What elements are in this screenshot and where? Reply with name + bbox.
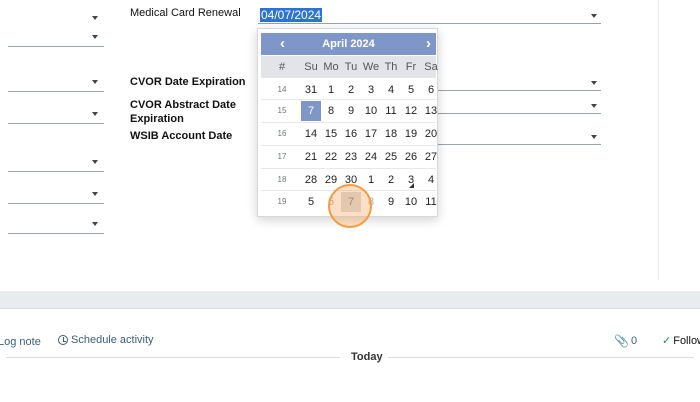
weekday-label: Su: [304, 61, 318, 73]
today-separator-right: [388, 357, 694, 358]
weekday-label: Tu: [344, 61, 358, 73]
calendar-day[interactable]: 14: [301, 124, 321, 144]
left-select-4[interactable]: [8, 102, 104, 124]
medical-date-value[interactable]: 04/07/2024: [260, 8, 323, 22]
calendar-day[interactable]: 11: [381, 101, 401, 121]
calendar-day[interactable]: 1: [361, 170, 381, 190]
calendar-day[interactable]: 22: [321, 147, 341, 167]
left-select-1[interactable]: [8, 2, 104, 24]
medical-date-input[interactable]: 04/07/2024: [258, 4, 601, 24]
calendar-day[interactable]: 5: [401, 80, 421, 100]
week-number: 18: [277, 175, 287, 184]
month-title[interactable]: April 2024: [261, 38, 436, 50]
week-number: 14: [277, 85, 287, 94]
calendar-day[interactable]: 7: [301, 101, 321, 121]
chevron-down-icon: [92, 222, 98, 226]
log-note-label: Log note: [0, 336, 41, 348]
weekday-label: Fr: [405, 61, 417, 73]
calendar-day[interactable]: 9: [381, 192, 401, 212]
calendar-day[interactable]: 25: [381, 147, 401, 167]
weekday-label: Sa: [424, 61, 438, 73]
datepicker-header: ‹ April 2024 ›: [261, 33, 436, 55]
chevron-down-icon: [92, 80, 98, 84]
calendar-day[interactable]: 3: [361, 80, 381, 100]
calendar-day[interactable]: 24: [361, 147, 381, 167]
calendar-day[interactable]: 16: [341, 124, 361, 144]
calendar-day[interactable]: 31: [301, 80, 321, 100]
calendar-day[interactable]: 18: [381, 124, 401, 144]
left-select-7[interactable]: [8, 212, 104, 234]
chevron-down-icon: [92, 35, 98, 39]
calendar-day[interactable]: 28: [301, 170, 321, 190]
weekday-label: We: [362, 61, 380, 73]
chevron-down-icon: [92, 112, 98, 116]
calendar-day[interactable]: 8: [321, 101, 341, 121]
attachments-count: 0: [630, 335, 638, 347]
week-row-divider: [261, 99, 436, 100]
week-number: 17: [277, 152, 287, 161]
calendar-day[interactable]: 12: [401, 101, 421, 121]
calendar-day[interactable]: 2: [341, 80, 361, 100]
check-icon: ✓: [662, 335, 672, 347]
chevron-down-icon: [591, 14, 597, 18]
week-number-header: #: [278, 61, 286, 73]
calendar-day[interactable]: 21: [301, 147, 321, 167]
calendar-day[interactable]: 6: [421, 80, 441, 100]
week-number: 16: [277, 129, 287, 138]
left-select-5[interactable]: [8, 150, 104, 172]
corner-marker-icon: [409, 183, 414, 188]
follow-label: Follow: [673, 334, 700, 347]
log-note-button[interactable]: Log note: [0, 336, 41, 348]
paperclip-icon: 📎: [614, 334, 629, 348]
calendar-day[interactable]: 27: [421, 147, 441, 167]
schedule-activity-label: Schedule activity: [71, 334, 154, 346]
calendar-day[interactable]: 19: [401, 124, 421, 144]
calendar-day[interactable]: 17: [361, 124, 381, 144]
clock-icon: [58, 335, 68, 345]
calendar-day[interactable]: 2: [381, 170, 401, 190]
follow-button[interactable]: ✓ Follow: [662, 334, 700, 348]
medical-card-label: Medical Card Renewal: [130, 7, 241, 19]
calendar-day[interactable]: 11: [421, 192, 441, 212]
calendar-day[interactable]: 4: [421, 170, 441, 190]
wsib-label: WSIB Account Date: [130, 130, 233, 142]
cvor-abstract-label: CVOR Abstract Date Expiration: [130, 99, 236, 125]
left-select-2[interactable]: [8, 25, 104, 47]
today-label: Today: [351, 351, 383, 363]
chevron-down-icon: [591, 104, 597, 108]
touch-indicator: [328, 184, 372, 228]
calendar-day[interactable]: 4: [381, 80, 401, 100]
chevron-down-icon: [591, 81, 597, 85]
weekday-label: Th: [384, 61, 398, 73]
left-select-6[interactable]: [8, 182, 104, 204]
today-separator-left: [6, 357, 340, 358]
calendar-day[interactable]: 26: [401, 147, 421, 167]
calendar-day[interactable]: 10: [401, 192, 421, 212]
calendar-day[interactable]: 15: [321, 124, 341, 144]
calendar-day[interactable]: 13: [421, 101, 441, 121]
chevron-down-icon: [92, 16, 98, 20]
left-select-3[interactable]: [8, 70, 104, 92]
calendar-day[interactable]: 20: [421, 124, 441, 144]
calendar-day[interactable]: 23: [341, 147, 361, 167]
attachments-button[interactable]: 📎 0: [614, 334, 637, 348]
next-month-icon[interactable]: ›: [426, 35, 431, 52]
chevron-down-icon: [92, 160, 98, 164]
week-row-divider: [261, 122, 436, 123]
calendar-day[interactable]: 9: [341, 101, 361, 121]
weekday-label: Mo: [323, 61, 339, 73]
calendar-day[interactable]: 10: [361, 101, 381, 121]
schedule-activity-button[interactable]: Schedule activity: [58, 334, 154, 346]
section-separator: [0, 291, 700, 309]
week-row-divider: [261, 145, 436, 146]
calendar-day[interactable]: 1: [321, 80, 341, 100]
cvor-date-label: CVOR Date Expiration: [130, 76, 246, 88]
chevron-down-icon: [92, 192, 98, 196]
divider: [658, 0, 659, 280]
week-number: 15: [277, 106, 287, 115]
calendar-day[interactable]: 5: [301, 192, 321, 212]
chevron-down-icon: [591, 135, 597, 139]
week-number: 19: [277, 197, 287, 206]
week-row-divider: [261, 168, 436, 169]
